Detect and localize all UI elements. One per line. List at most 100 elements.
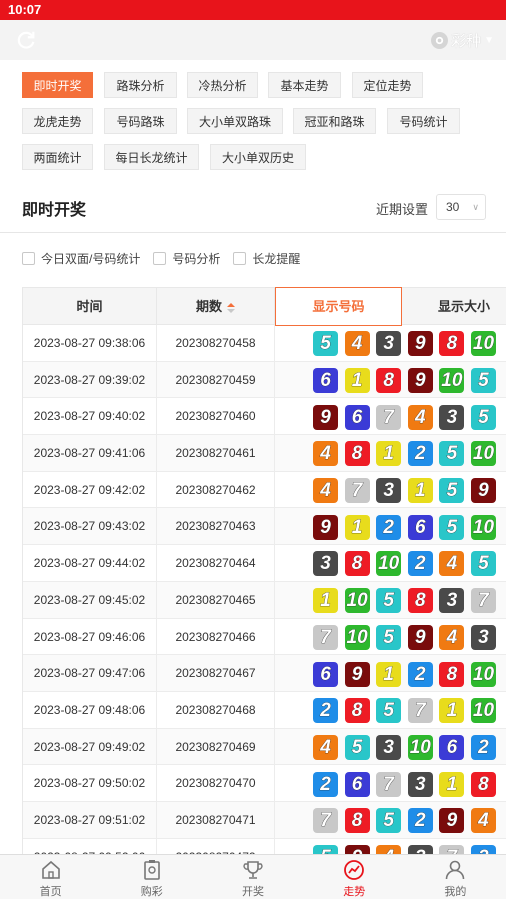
draw-numbers: 6 9 1 2 8 10 (275, 655, 506, 691)
chip-big-small-odd-even-road[interactable]: 大小单双路珠 (187, 108, 283, 134)
chip-instant-draw[interactable]: 即时开奖 (22, 72, 93, 98)
table-row: 2023-08-27 09:47:06 202308270467 6 9 1 2 8 10 (23, 655, 506, 692)
draw-time: 2023-08-27 09:40:02 (23, 398, 157, 435)
checkbox-label: 号码分析 (172, 252, 221, 266)
table-row: 2023-08-27 09:38:06 202308270458 5 4 3 9 8 10 (23, 325, 506, 362)
number-ball: 5 (470, 551, 496, 577)
number-ball: 2 (407, 808, 433, 834)
checkbox-label: 今日双面/号码统计 (41, 252, 141, 266)
number-ball: 9 (439, 808, 465, 834)
checkbox-number-analysis[interactable]: 号码分析 (153, 250, 220, 267)
number-ball: 10 (344, 624, 370, 650)
tab-label: 我的 (444, 886, 467, 898)
draw-time: 2023-08-27 09:46:06 (23, 618, 157, 655)
number-ball: 3 (376, 734, 402, 760)
number-ball: 8 (376, 368, 402, 394)
number-ball: 3 (470, 624, 496, 650)
draw-numbers: 967435 (275, 398, 506, 434)
number-ball: 8 (439, 331, 465, 357)
draw-issue: 202308270462 (157, 471, 275, 508)
draw-issue: 202308270468 (157, 691, 275, 728)
chip-dragon-tiger[interactable]: 龙虎走势 (22, 108, 93, 134)
draw-time: 2023-08-27 09:42:02 (23, 471, 157, 508)
table-row: 2023-08-27 09:50:02 202308270470 2 6 7 3 1 8 (23, 765, 506, 802)
chip-two-sided-stats[interactable]: 两面统计 (22, 144, 93, 170)
chip-number-stats[interactable]: 号码统计 (387, 108, 460, 134)
number-ball: 6 (344, 771, 370, 797)
number-ball: 2 (313, 771, 338, 797)
chip-big-small-history[interactable]: 大小单双历史 (210, 144, 306, 170)
number-ball: 5 (439, 478, 465, 504)
number-ball: 3 (376, 331, 402, 357)
number-ball: 7 (376, 771, 402, 797)
period-select[interactable]: 30 ∨ (436, 194, 486, 220)
chip-basic-trend[interactable]: 基本走势 (268, 72, 341, 98)
number-ball: 4 (376, 844, 402, 854)
user-icon (446, 860, 465, 880)
draw-time: 2023-08-27 09:48:06 (23, 691, 157, 728)
number-ball: 7 (313, 808, 338, 834)
chip-sum-road[interactable]: 冠亚和路珠 (293, 108, 376, 134)
draw-numbers: 3 8 10 2 4 5 (275, 545, 506, 581)
checkbox[interactable] (153, 252, 167, 265)
number-ball: 5 (376, 588, 402, 614)
table-row: 2023-08-27 09:44:02 202308270464 3 8 10 2 4 5 (23, 545, 506, 582)
header-issue[interactable]: 期数 (157, 288, 275, 326)
results-table: 时间 期数 显示号码 显示大小 2023-08-27 09:38:06 20230… (22, 287, 506, 854)
checkbox[interactable] (22, 252, 35, 265)
number-ball: 8 (344, 551, 370, 577)
divider (0, 232, 506, 233)
number-ball: 6 (313, 368, 338, 394)
checkbox[interactable] (233, 252, 247, 265)
number-ball: 2 (470, 734, 496, 760)
table-row: 2023-08-27 09:51:02 202308270471 7 8 5 2 9 4 (23, 801, 506, 839)
chip-number-road[interactable]: 号码路珠 (104, 108, 177, 134)
draw-issue: 202308270469 (157, 728, 275, 765)
draw-issue: 202308270471 (157, 801, 275, 838)
chip-bead-road[interactable]: 路珠分析 (104, 72, 177, 98)
status-bar: 10:07 (0, 0, 506, 20)
refresh-icon[interactable] (15, 29, 37, 51)
tab-label: 购彩 (140, 886, 163, 898)
draw-numbers: 785294 (275, 802, 506, 838)
draw-time: 2023-08-27 09:47:06 (23, 655, 157, 692)
number-ball: 7 (376, 404, 402, 430)
draw-time: 2023-08-27 09:45:02 (23, 581, 157, 618)
number-ball: 6 (407, 514, 433, 540)
number-ball: 1 (344, 514, 370, 540)
tab-buy[interactable]: 购彩 (101, 855, 202, 899)
number-ball: 3 (439, 404, 465, 430)
number-ball: 4 (407, 404, 433, 430)
number-ball: 9 (407, 331, 433, 357)
tab-draw[interactable]: 开奖 (202, 855, 303, 899)
checkbox-daily-stats[interactable]: 今日双面/号码统计 (22, 250, 140, 267)
tab-home[interactable]: 首页 (0, 855, 101, 899)
lottery-type-selector[interactable]: 彩种 ▼ (431, 29, 494, 51)
number-ball: 5 (470, 404, 496, 430)
number-ball: 2 (407, 551, 433, 577)
draw-issue: 202308270466 (157, 618, 275, 655)
draw-numbers: 5 4 3 9 8 10 (275, 325, 506, 361)
tab-show-numbers[interactable]: 显示号码 (275, 287, 402, 326)
number-ball: 7 (439, 844, 465, 854)
chip-position-trend[interactable]: 定位走势 (352, 72, 423, 98)
chip-hot-cold[interactable]: 冷热分析 (187, 72, 258, 98)
sort-icon[interactable] (227, 302, 235, 313)
tab-mine[interactable]: 我的 (405, 855, 506, 899)
tab-trend[interactable]: 走势 (304, 855, 405, 899)
chip-daily-dragon-stats[interactable]: 每日长龙统计 (104, 144, 199, 170)
number-ball: 4 (313, 734, 338, 760)
draw-issue: 202308270470 (157, 765, 275, 802)
number-ball: 3 (407, 844, 433, 854)
number-ball: 3 (313, 551, 338, 577)
draw-time: 2023-08-27 09:50:02 (23, 765, 157, 802)
checkbox-dragon-alert[interactable]: 长龙提醒 (233, 250, 300, 267)
draw-issue: 202308270459 (157, 361, 275, 398)
number-ball: 7 (407, 698, 433, 724)
home-icon (41, 860, 60, 879)
number-ball: 10 (344, 588, 370, 614)
draw-time: 2023-08-27 09:38:06 (23, 325, 157, 361)
checkbox-label: 长龙提醒 (252, 252, 301, 266)
draw-issue: 202308270465 (157, 581, 275, 618)
tab-show-size[interactable]: 显示大小 (402, 288, 506, 326)
